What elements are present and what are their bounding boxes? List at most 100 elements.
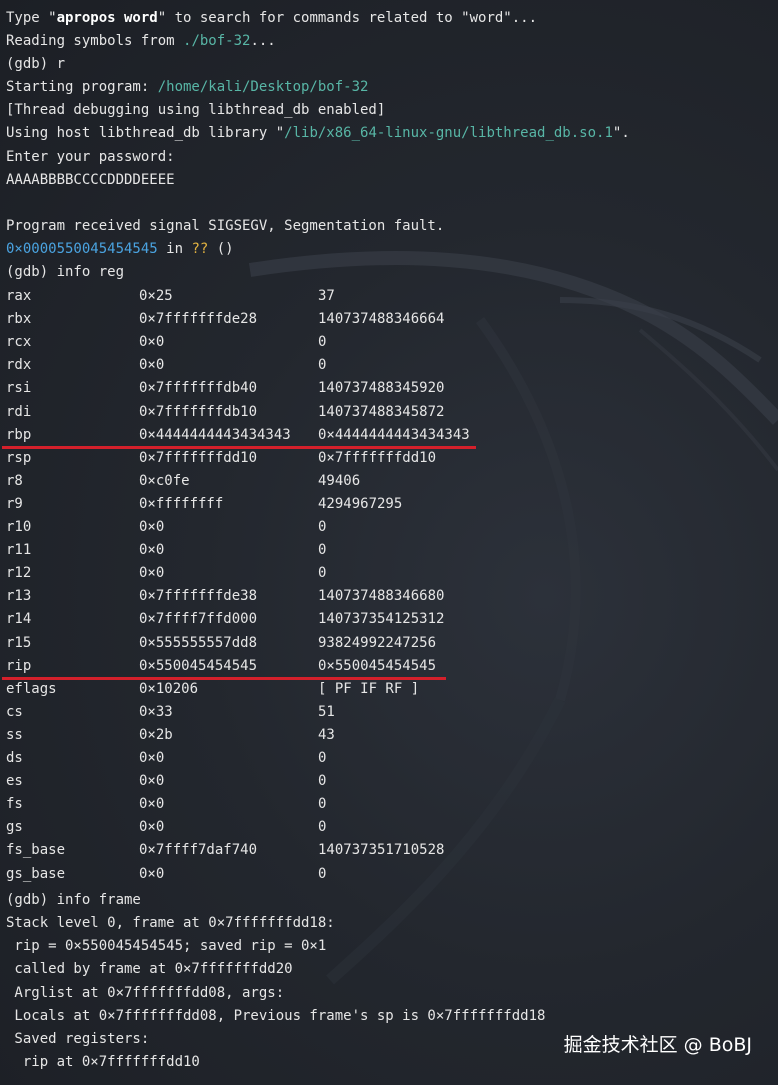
frame-called-by: called by frame at 0×7fffffffdd20 [6, 961, 293, 977]
register-name: r14 [6, 611, 32, 627]
register-name: rdi [6, 404, 32, 420]
register-natural-value: 0 [318, 542, 327, 558]
register-natural-value: 140737351710528 [318, 842, 445, 858]
register-name: fs_base [6, 842, 66, 858]
register-natural-value: 0×7fffffffdd10 [318, 450, 437, 466]
register-name: r10 [6, 519, 32, 535]
register-natural-value: 0 [318, 866, 327, 882]
register-natural-value: 0×4444444443434343 [318, 427, 470, 443]
gdb-info-frame-command: (gdb) info frame [6, 892, 141, 908]
help-hint-line: Type "apropos word" to search for comman… [6, 10, 538, 26]
register-hex-value: 0×0 [139, 519, 165, 535]
register-name: rax [6, 288, 32, 304]
register-name: rsi [6, 380, 32, 396]
register-hex-value: 0×0 [139, 773, 165, 789]
juejin-watermark: 掘金技术社区 @ BoBJ [563, 1034, 752, 1056]
register-hex-value: 0×7ffff7ffd000 [139, 611, 258, 627]
reading-symbols-line: Reading symbols from ./bof-32... [6, 33, 276, 49]
register-name: rsp [6, 450, 32, 466]
register-natural-value: 0 [318, 819, 327, 835]
register-hex-value: 0×0 [139, 357, 165, 373]
register-natural-value: 0 [318, 565, 327, 581]
register-hex-value: 0×25 [139, 288, 173, 304]
register-name: r13 [6, 588, 32, 604]
register-natural-value: 0×550045454545 [318, 658, 437, 674]
register-natural-value: 93824992247256 [318, 635, 437, 651]
register-natural-value: 0 [318, 750, 327, 766]
thread-debugging-line: [Thread debugging using libthread_db ena… [6, 102, 386, 118]
register-natural-value: 140737488346664 [318, 311, 445, 327]
register-hex-value: 0×33 [139, 704, 173, 720]
register-natural-value: [ PF IF RF ] [318, 681, 420, 697]
register-natural-value: 0 [318, 357, 327, 373]
frame-saved-rip: rip at 0×7fffffffdd10 [6, 1054, 200, 1070]
fault-address-line: 0×0000550045454545 in ?? () [6, 241, 234, 257]
register-natural-value: 0 [318, 519, 327, 535]
register-name: r12 [6, 565, 32, 581]
register-natural-value: 43 [318, 727, 335, 743]
frame-saved-registers: Saved registers: [6, 1031, 150, 1047]
starting-program-line: Starting program: /home/kali/Desktop/bof… [6, 79, 369, 95]
register-natural-value: 51 [318, 704, 335, 720]
password-input-echo: AAAABBBBCCCCDDDDEEEE [6, 172, 175, 188]
register-hex-value: 0×550045454545 [139, 658, 258, 674]
register-name: rcx [6, 334, 32, 350]
register-name: rbp [6, 427, 32, 443]
register-name: r15 [6, 635, 32, 651]
register-natural-value: 0 [318, 796, 327, 812]
frame-arglist: Arglist at 0×7fffffffdd08, args: [6, 985, 285, 1001]
register-name: cs [6, 704, 23, 720]
register-hex-value: 0×555555557dd8 [139, 635, 258, 651]
register-natural-value: 37 [318, 288, 335, 304]
register-hex-value: 0×c0fe [139, 473, 190, 489]
register-hex-value: 0×7fffffffde38 [139, 588, 258, 604]
register-hex-value: 0×4444444443434343 [139, 427, 291, 443]
register-natural-value: 0 [318, 334, 327, 350]
register-name: r8 [6, 473, 23, 489]
register-natural-value: 0 [318, 773, 327, 789]
terminal-window[interactable]: Type "apropos word" to search for comman… [0, 0, 778, 1085]
register-natural-value: 140737488345920 [318, 380, 445, 396]
register-name: r9 [6, 496, 23, 512]
register-name: es [6, 773, 23, 789]
register-hex-value: 0×0 [139, 796, 165, 812]
register-natural-value: 140737488346680 [318, 588, 445, 604]
register-hex-value: 0×0 [139, 819, 165, 835]
gdb-info-reg-command: (gdb) info reg [6, 264, 125, 280]
register-name: ss [6, 727, 23, 743]
register-hex-value: 0×7fffffffdb40 [139, 380, 258, 396]
frame-locals: Locals at 0×7fffffffdd08, Previous frame… [6, 1008, 546, 1024]
register-name: r11 [6, 542, 32, 558]
register-hex-value: 0×7fffffffdd10 [139, 450, 258, 466]
register-hex-value: 0×0 [139, 334, 165, 350]
frame-stack-level: Stack level 0, frame at 0×7fffffffdd18: [6, 915, 335, 931]
register-natural-value: 49406 [318, 473, 361, 489]
register-name: rip [6, 658, 32, 674]
frame-rip: rip = 0×550045454545; saved rip = 0×1 [6, 938, 327, 954]
register-name: gs_base [6, 866, 66, 882]
libthread-db-line: Using host libthread_db library "/lib/x8… [6, 125, 630, 141]
register-hex-value: 0×2b [139, 727, 173, 743]
register-natural-value: 140737488345872 [318, 404, 445, 420]
register-hex-value: 0×ffffffff [139, 496, 224, 512]
register-name: fs [6, 796, 23, 812]
register-name: ds [6, 750, 23, 766]
register-hex-value: 0×7ffff7daf740 [139, 842, 258, 858]
register-natural-value: 140737354125312 [318, 611, 445, 627]
gdb-run-command: (gdb) r [6, 56, 66, 72]
register-name: eflags [6, 681, 57, 697]
register-hex-value: 0×0 [139, 542, 165, 558]
register-hex-value: 0×0 [139, 565, 165, 581]
register-hex-value: 0×7fffffffde28 [139, 311, 258, 327]
register-name: gs [6, 819, 23, 835]
register-hex-value: 0×0 [139, 866, 165, 882]
rip-highlight-underline [2, 677, 446, 680]
register-name: rbx [6, 311, 32, 327]
register-name: rdx [6, 357, 32, 373]
register-hex-value: 0×0 [139, 750, 165, 766]
password-prompt: Enter your password: [6, 149, 175, 165]
sigsegv-line: Program received signal SIGSEGV, Segment… [6, 218, 445, 234]
register-hex-value: 0×7fffffffdb10 [139, 404, 258, 420]
register-natural-value: 4294967295 [318, 496, 403, 512]
register-hex-value: 0×10206 [139, 681, 199, 697]
